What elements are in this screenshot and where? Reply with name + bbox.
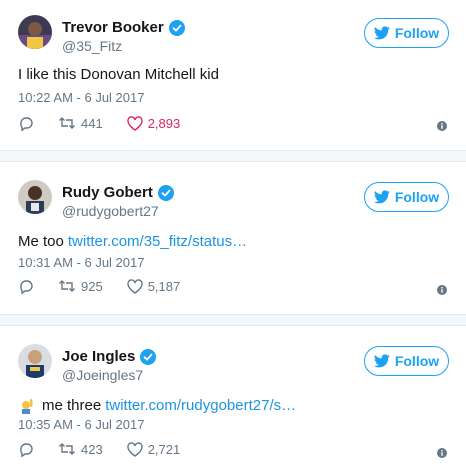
handle[interactable]: @35_Fitz: [62, 38, 122, 54]
tweet-text: Me too twitter.com/35_fitz/status…: [18, 233, 247, 250]
reply-button[interactable]: [18, 278, 34, 294]
twitter-bird-icon: [373, 190, 390, 204]
follow-button[interactable]: Follow: [364, 18, 449, 48]
tweet-link[interactable]: twitter.com/rudygobert27/s…: [105, 397, 296, 414]
raising-hand-emoji-icon: [18, 398, 34, 414]
verified-badge-icon: [140, 348, 157, 365]
tweet-divider: [0, 314, 466, 326]
retweet-button[interactable]: 423: [58, 442, 103, 457]
like-count: 2,721: [147, 441, 181, 457]
tweet-body: me three: [42, 397, 102, 414]
tweet-body: I like this Donovan Mitchell kid: [18, 66, 219, 83]
retweet-count: 423: [81, 441, 103, 457]
info-icon[interactable]: [437, 118, 447, 131]
heart-icon: [127, 115, 143, 131]
tweet-card: Joe Ingles @Joeingles7 Follow me three t…: [0, 326, 466, 471]
tweet-actions: 441 2,893: [18, 115, 204, 131]
display-name[interactable]: Rudy Gobert: [62, 184, 153, 201]
tweet-card: Rudy Gobert @rudygobert27 Follow Me too …: [0, 162, 466, 314]
follow-button[interactable]: Follow: [364, 346, 449, 376]
handle[interactable]: @rudygobert27: [62, 203, 159, 219]
tweet-divider: [0, 150, 466, 162]
reply-icon: [18, 278, 34, 294]
heart-icon: [127, 441, 143, 457]
tweet-card: Trevor Booker @35_Fitz Follow I like thi…: [0, 0, 466, 150]
twitter-bird-icon: [373, 26, 390, 40]
avatar[interactable]: [18, 15, 52, 49]
retweet-icon: [58, 116, 76, 130]
follow-label: Follow: [394, 25, 440, 41]
reply-button[interactable]: [18, 115, 34, 131]
tweet-text: me three twitter.com/rudygobert27/s…: [18, 397, 296, 414]
follow-label: Follow: [394, 189, 440, 205]
like-count: 2,893: [147, 115, 181, 131]
retweet-icon: [58, 279, 76, 293]
display-name[interactable]: Joe Ingles: [62, 348, 135, 365]
verified-badge-icon: [168, 19, 185, 36]
reply-icon: [18, 441, 34, 457]
tweet-actions: 925 5,187: [18, 278, 204, 294]
reply-button[interactable]: [18, 441, 34, 457]
handle[interactable]: @Joeingles7: [62, 367, 143, 383]
tweet-link[interactable]: twitter.com/35_fitz/status…: [68, 233, 247, 250]
timestamp[interactable]: 10:22 AM - 6 Jul 2017: [18, 90, 144, 105]
info-icon[interactable]: [437, 282, 447, 295]
avatar[interactable]: [18, 344, 52, 378]
timestamp[interactable]: 10:35 AM - 6 Jul 2017: [18, 417, 144, 432]
retweet-button[interactable]: 441: [58, 116, 103, 131]
tweet-actions: 423 2,721: [18, 441, 204, 457]
timestamp[interactable]: 10:31 AM - 6 Jul 2017: [18, 255, 144, 270]
tweet-text: I like this Donovan Mitchell kid: [18, 66, 219, 83]
heart-icon: [127, 278, 143, 294]
retweet-button[interactable]: 925: [58, 279, 103, 294]
like-button[interactable]: 2,893: [127, 115, 181, 131]
twitter-bird-icon: [373, 354, 390, 368]
follow-label: Follow: [394, 353, 440, 369]
like-button[interactable]: 2,721: [127, 441, 181, 457]
retweet-count: 925: [81, 278, 103, 294]
verified-badge-icon: [157, 184, 174, 201]
retweet-count: 441: [81, 115, 103, 131]
like-button[interactable]: 5,187: [127, 278, 181, 294]
like-count: 5,187: [147, 278, 181, 294]
follow-button[interactable]: Follow: [364, 182, 449, 212]
info-icon[interactable]: [437, 445, 447, 458]
avatar[interactable]: [18, 180, 52, 214]
display-name[interactable]: Trevor Booker: [62, 19, 164, 36]
retweet-icon: [58, 442, 76, 456]
reply-icon: [18, 115, 34, 131]
tweet-body: Me too: [18, 233, 64, 250]
